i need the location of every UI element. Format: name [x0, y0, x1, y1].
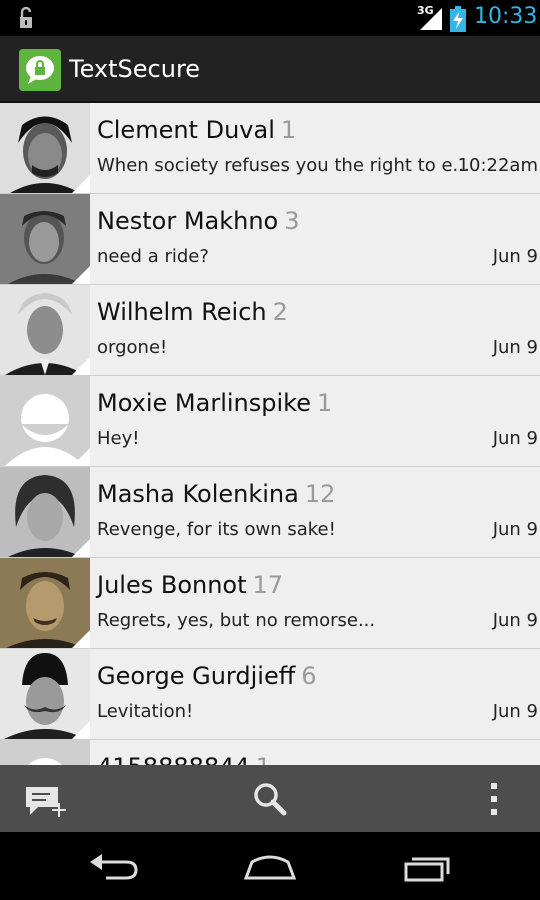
contact-photo[interactable] [0, 649, 90, 739]
message-snippet: When society refuses you the right to e.… [97, 155, 470, 176]
default-contact-icon[interactable] [0, 740, 90, 765]
conversation-row[interactable]: Nestor Makhno 3 need a ride? Jun 9 [0, 194, 540, 285]
contact-name: Wilhelm Reich [97, 298, 267, 326]
compose-icon[interactable] [24, 779, 68, 819]
recent-apps-icon[interactable] [400, 852, 456, 882]
search-icon[interactable] [248, 779, 292, 819]
clock: 10:33 [474, 4, 538, 29]
contact-photo[interactable] [0, 194, 90, 284]
message-snippet: Levitation! [97, 701, 194, 722]
message-count: 1 [256, 753, 271, 765]
signal-icon [420, 8, 442, 30]
message-count: 6 [301, 662, 317, 690]
contact-name: Clement Duval [97, 116, 275, 144]
contact-name: George Gurdjieff [97, 662, 296, 690]
status-bar: 3G 10:33 [0, 0, 540, 36]
message-count: 1 [316, 389, 333, 417]
action-bar: TextSecure [0, 36, 540, 103]
conversation-list[interactable]: Clement Duval 1 When society refuses you … [0, 103, 540, 765]
battery-charging-icon [450, 6, 466, 32]
conversation-row[interactable]: Masha Kolenkina 12 Revenge, for its own s… [0, 467, 540, 558]
contact-photo[interactable] [0, 285, 90, 375]
unlock-icon [20, 6, 32, 28]
bottom-action-bar [0, 765, 540, 832]
contact-photo[interactable] [0, 103, 90, 193]
message-date: Jun 9 [492, 519, 538, 540]
contact-name: 4158888844 [97, 753, 250, 765]
conversation-row[interactable]: Clement Duval 1 When society refuses you … [0, 103, 540, 194]
contact-name: Masha Kolenkina [97, 480, 299, 508]
contact-photo[interactable] [0, 467, 90, 557]
message-date: Jun 9 [492, 610, 538, 631]
default-contact-icon[interactable] [0, 376, 90, 466]
message-date: 10:22am [457, 155, 538, 176]
message-date: Jun 9 [492, 428, 538, 449]
message-snippet: Regrets, yes, but no remorse... [97, 610, 376, 631]
contact-name: Moxie Marlinspike [97, 389, 311, 417]
message-snippet: Revenge, for its own sake! [97, 519, 336, 540]
message-count: 3 [284, 207, 300, 235]
conversation-row[interactable]: Jules Bonnot 17 Regrets, yes, but no remo… [0, 558, 540, 649]
message-count: 2 [272, 298, 288, 326]
message-snippet: Hey! [97, 428, 140, 449]
message-snippet: orgone! [97, 337, 168, 358]
back-icon[interactable] [86, 852, 142, 882]
conversation-row[interactable]: Wilhelm Reich 2 orgone! Jun 9 [0, 285, 540, 376]
conversation-row[interactable]: Moxie Marlinspike 1 Hey! Jun 9 [0, 376, 540, 467]
message-snippet: need a ride? [97, 246, 209, 267]
app-logo-icon[interactable] [19, 49, 61, 91]
message-date: Jun 9 [492, 246, 538, 267]
message-count: 1 [280, 116, 297, 144]
home-icon[interactable] [242, 852, 298, 882]
overflow-menu-icon[interactable] [472, 779, 516, 819]
contact-name: Nestor Makhno [97, 207, 279, 235]
contact-name: Jules Bonnot [97, 571, 247, 599]
message-date: Jun 9 [492, 701, 538, 722]
message-date: Jun 9 [492, 337, 538, 358]
conversation-row[interactable]: 4158888844 1 [0, 740, 540, 765]
conversation-row[interactable]: George Gurdjieff 6 Levitation! Jun 9 [0, 649, 540, 740]
app-title: TextSecure [69, 55, 201, 83]
contact-photo[interactable] [0, 558, 90, 648]
message-count: 17 [252, 571, 284, 599]
message-count: 12 [304, 480, 336, 508]
navigation-bar [0, 832, 540, 900]
